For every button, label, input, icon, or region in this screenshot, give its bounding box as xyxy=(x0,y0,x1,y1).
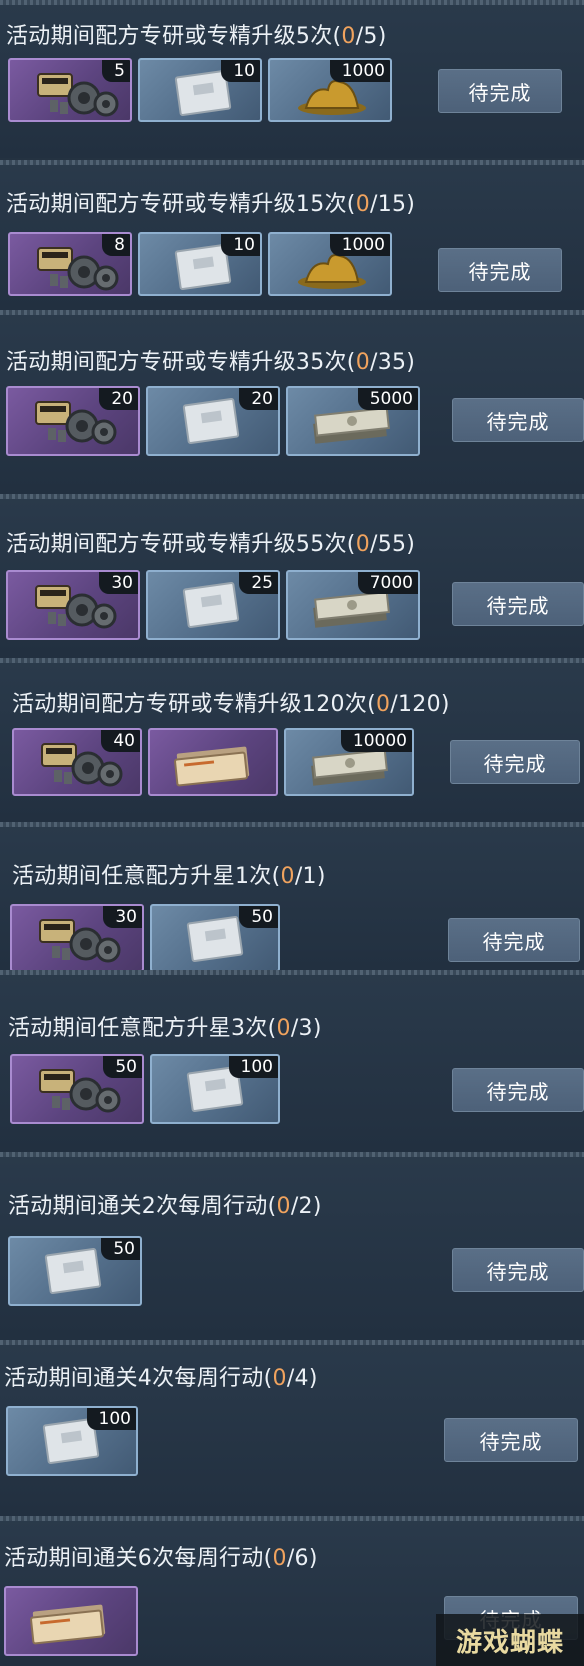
reward-cash[interactable]: 7000 xyxy=(286,570,420,640)
reward-gears[interactable]: 20 xyxy=(6,386,140,456)
progress-current: 0 xyxy=(276,1016,291,1041)
reward-folder[interactable] xyxy=(148,728,278,796)
reward-qty: 10000 xyxy=(340,730,412,752)
reward-qty: 5000 xyxy=(357,388,418,410)
reward-folder[interactable] xyxy=(4,1586,138,1656)
reward-qty: 50 xyxy=(101,1238,140,1260)
reward-qty: 25 xyxy=(239,572,278,594)
task-row: 活动期间配方专研或专精升级35次(0/35) 20 20 5000 待完成 xyxy=(0,310,584,494)
task-row: 活动期间配方专研或专精升级5次(0/5) 5 10 1000 待完成 xyxy=(0,0,584,158)
reward-qty: 30 xyxy=(99,572,138,594)
watermark-logo: 游戏蝴蝶 xyxy=(436,1614,584,1666)
task-row: 活动期间任意配方升星1次(0/1) 30 50 待完成 xyxy=(0,822,584,972)
pending-button[interactable]: 待完成 xyxy=(444,1418,578,1462)
reward-pack[interactable]: 25 xyxy=(146,570,280,640)
reward-pack[interactable]: 20 xyxy=(146,386,280,456)
task-title: 活动期间配方专研或专精升级120次(0/120) xyxy=(12,692,450,717)
progress-current: 0 xyxy=(272,1366,287,1391)
reward-pack[interactable]: 10 xyxy=(138,58,262,122)
task-row: 活动期间配方专研或专精升级120次(0/120) 40 10000 待完成 xyxy=(0,658,584,822)
reward-qty: 50 xyxy=(103,1056,142,1078)
reward-qty: 20 xyxy=(239,388,278,410)
task-title: 活动期间通关4次每周行动(0/4) xyxy=(4,1366,318,1391)
task-title: 活动期间配方专研或专精升级55次(0/55) xyxy=(6,532,416,557)
pending-button[interactable]: 待完成 xyxy=(448,918,580,962)
task-row: 活动期间配方专研或专精升级55次(0/55) 30 25 7000 待完成 xyxy=(0,494,584,658)
progress-current: 0 xyxy=(355,192,370,217)
reward-gears[interactable]: 50 xyxy=(10,1054,144,1124)
task-row: 活动期间配方专研或专精升级15次(0/15) 8 10 1000 待完成 xyxy=(0,160,584,310)
reward-qty: 20 xyxy=(99,388,138,410)
reward-qty: 100 xyxy=(86,1408,136,1430)
pending-button[interactable]: 待完成 xyxy=(452,582,584,626)
task-title: 活动期间配方专研或专精升级15次(0/15) xyxy=(6,192,416,217)
folder-icon xyxy=(16,1596,120,1646)
reward-qty: 1000 xyxy=(329,234,390,256)
progress-current: 0 xyxy=(280,864,295,889)
reward-qty: 100 xyxy=(228,1056,278,1078)
reward-gears[interactable]: 5 xyxy=(8,58,132,122)
progress-current: 0 xyxy=(355,350,370,375)
reward-pack[interactable]: 100 xyxy=(6,1406,138,1476)
task-title: 活动期间通关2次每周行动(0/2) xyxy=(8,1194,322,1219)
task-title: 活动期间任意配方升星3次(0/3) xyxy=(8,1016,322,1041)
reward-qty: 8 xyxy=(102,234,130,256)
task-title: 活动期间配方专研或专精升级5次(0/5) xyxy=(6,24,387,49)
reward-gears[interactable]: 8 xyxy=(8,232,132,296)
reward-gears[interactable]: 30 xyxy=(10,904,144,972)
task-row: 活动期间通关2次每周行动(0/2) 50 待完成 xyxy=(0,1152,584,1340)
pending-button[interactable]: 待完成 xyxy=(452,1068,584,1112)
reward-qty: 40 xyxy=(101,730,140,752)
reward-qty: 50 xyxy=(239,906,278,928)
task-title: 活动期间通关6次每周行动(0/6) xyxy=(4,1546,318,1571)
progress-current: 0 xyxy=(341,24,356,49)
task-title: 活动期间任意配方升星1次(0/1) xyxy=(12,864,326,889)
pending-button[interactable]: 待完成 xyxy=(438,248,562,292)
reward-pack[interactable]: 100 xyxy=(150,1054,280,1124)
reward-gears[interactable]: 40 xyxy=(12,728,142,796)
task-title: 活动期间配方专研或专精升级35次(0/35) xyxy=(6,350,416,375)
reward-gold[interactable]: 1000 xyxy=(268,232,392,296)
progress-current: 0 xyxy=(272,1546,287,1571)
reward-pack[interactable]: 10 xyxy=(138,232,262,296)
folder-icon xyxy=(160,738,264,788)
reward-qty: 5 xyxy=(102,60,130,82)
reward-qty: 7000 xyxy=(357,572,418,594)
task-row: 活动期间通关4次每周行动(0/4) 100 待完成 xyxy=(0,1340,584,1516)
reward-cash[interactable]: 5000 xyxy=(286,386,420,456)
reward-gears[interactable]: 30 xyxy=(6,570,140,640)
reward-qty: 10 xyxy=(221,60,260,82)
reward-qty: 10 xyxy=(221,234,260,256)
pending-button[interactable]: 待完成 xyxy=(452,1248,584,1292)
progress-current: 0 xyxy=(375,692,391,717)
reward-cash[interactable]: 10000 xyxy=(284,728,414,796)
reward-pack[interactable]: 50 xyxy=(150,904,280,972)
reward-gold[interactable]: 1000 xyxy=(268,58,392,122)
pending-button[interactable]: 待完成 xyxy=(450,740,580,784)
reward-qty: 30 xyxy=(103,906,142,928)
progress-current: 0 xyxy=(276,1194,291,1219)
pending-button[interactable]: 待完成 xyxy=(438,69,562,113)
reward-pack[interactable]: 50 xyxy=(8,1236,142,1306)
reward-qty: 1000 xyxy=(329,60,390,82)
progress-current: 0 xyxy=(355,532,370,557)
pending-button[interactable]: 待完成 xyxy=(452,398,584,442)
task-row: 活动期间任意配方升星3次(0/3) 50 100 待完成 xyxy=(0,970,584,1152)
